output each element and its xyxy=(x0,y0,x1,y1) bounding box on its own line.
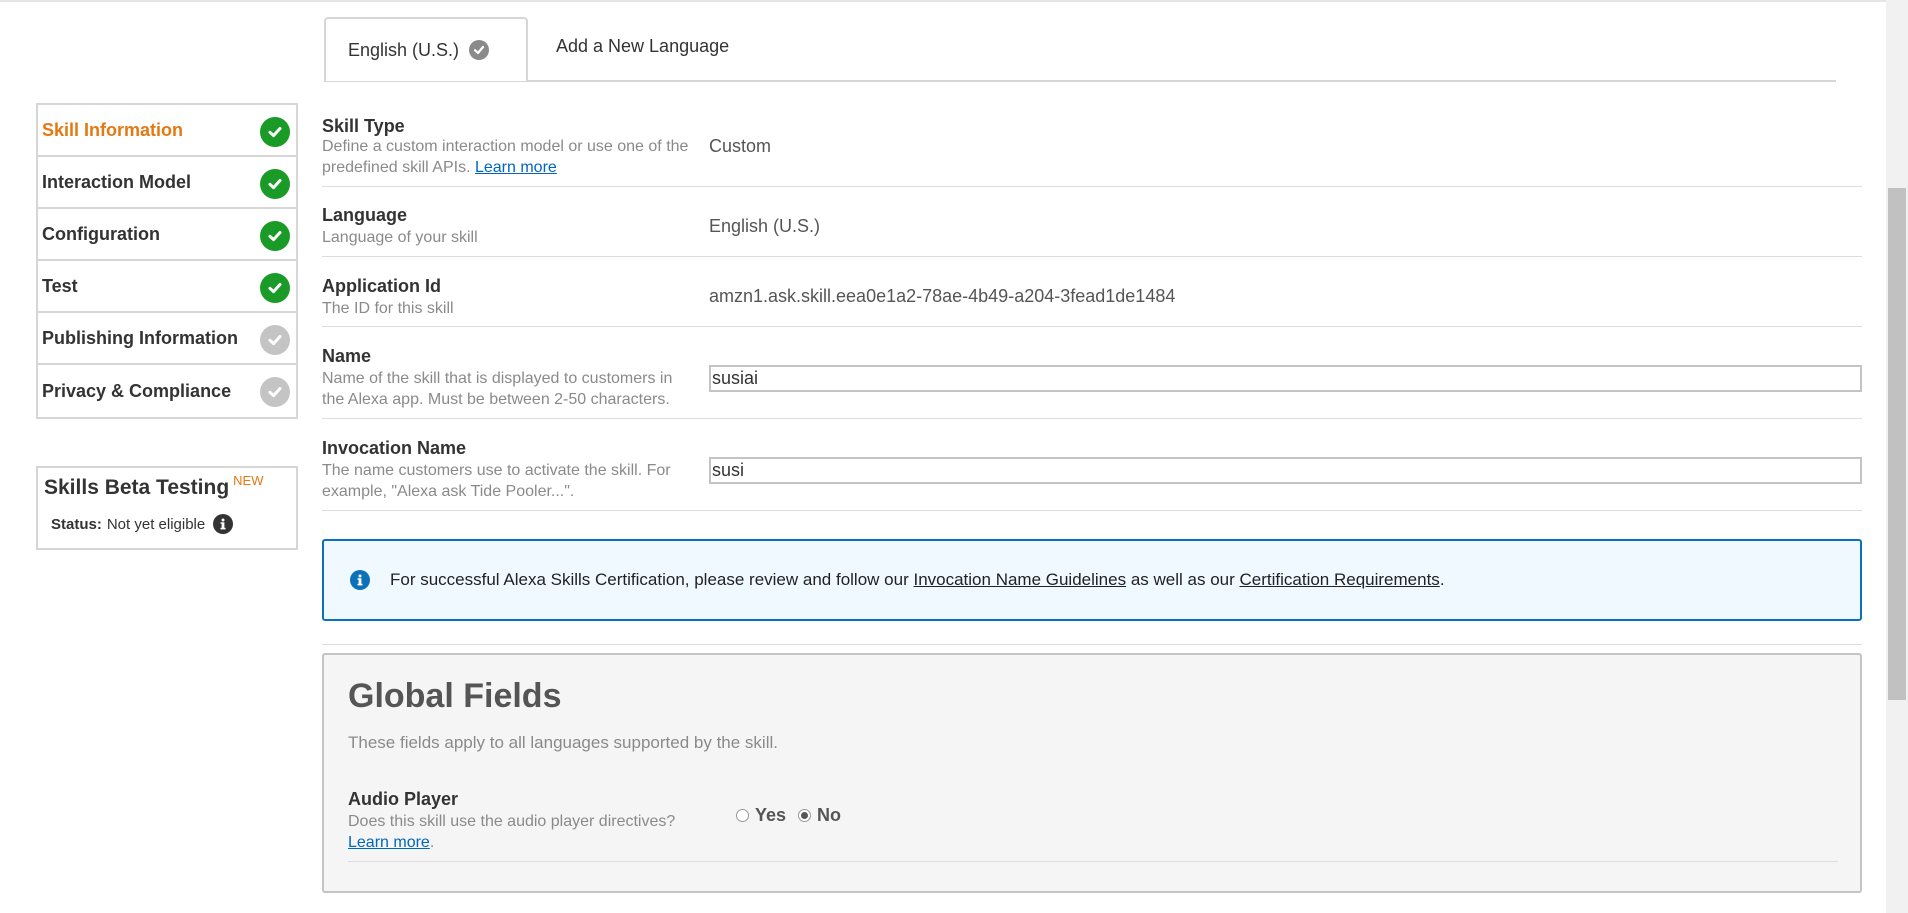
sidebar-item-interaction-model[interactable]: Interaction Model xyxy=(38,157,296,209)
application-id-value: amzn1.ask.skill.eea0e1a2-78ae-4b49-a204-… xyxy=(709,286,1176,306)
no-label: No xyxy=(817,805,842,825)
global-fields-divider xyxy=(348,861,1838,862)
info-icon[interactable] xyxy=(213,514,234,534)
new-badge: NEW xyxy=(233,473,264,488)
tab-add-language[interactable]: Add a New Language xyxy=(556,36,729,57)
beta-testing-panel: Skills Beta Testing NEW Status: Not yet e… xyxy=(36,466,298,550)
info-icon xyxy=(350,570,370,590)
check-circle-icon xyxy=(260,169,290,199)
name-title: Name xyxy=(322,346,372,366)
radio-selected-dot xyxy=(801,812,809,819)
sidebar-item-label: Test xyxy=(42,275,78,296)
invocation-name-desc: The name customers use to activate the s… xyxy=(322,462,671,500)
sidebar-item-label: Skill Information xyxy=(42,119,184,140)
banner-text: For successful Alexa Skills Certificatio… xyxy=(390,570,1445,590)
audio-player-title: Audio Player xyxy=(348,789,459,809)
check-circle-icon xyxy=(260,221,290,251)
application-id-row: Application Id The ID for this skill amz… xyxy=(322,256,1862,327)
scrollbar-thumb[interactable] xyxy=(1888,188,1906,700)
beta-status: Status: Not yet eligible xyxy=(51,514,234,534)
skill-type-row: Skill Type Define a custom interaction m… xyxy=(322,114,1862,187)
banner-text-before: For successful Alexa Skills Certificatio… xyxy=(390,570,909,589)
application-id-title: Application Id xyxy=(322,276,441,296)
learn-more-link[interactable]: Learn more xyxy=(475,159,557,176)
check-circle-icon xyxy=(469,40,490,60)
check-circle-icon xyxy=(260,377,290,407)
skill-type-title: Skill Type xyxy=(322,116,405,136)
language-title: Language xyxy=(322,205,408,225)
beta-title-text: Skills Beta Testing xyxy=(44,476,230,499)
banner-text-after: . xyxy=(1439,570,1445,589)
global-fields-title: Global Fields xyxy=(348,677,562,715)
status-value: Not yet eligible xyxy=(106,515,206,533)
skill-type-desc: Define a custom interaction model or use… xyxy=(322,136,692,178)
global-fields-desc: These fields apply to all languages supp… xyxy=(348,733,778,752)
audio-player-link-suffix: . xyxy=(429,834,435,851)
invocation-guidelines-link[interactable]: Invocation Name Guidelines xyxy=(913,570,1126,589)
sidebar-item-label: Publishing Information xyxy=(42,327,238,348)
banner-text-middle: as well as our xyxy=(1130,570,1235,589)
sidebar-item-label: Configuration xyxy=(42,223,160,244)
sidebar-item-label: Interaction Model xyxy=(42,171,192,192)
certification-info-banner: For successful Alexa Skills Certificatio… xyxy=(322,539,1862,621)
invocation-name-row: Invocation Name The name customers use t… xyxy=(322,418,1862,511)
language-value: English (U.S.) xyxy=(709,216,821,236)
language-row: Language Language of your skill English … xyxy=(322,186,1862,257)
steps-sidebar: Skill Information Interaction Model Conf… xyxy=(36,103,298,419)
skill-type-value: Custom xyxy=(709,136,772,156)
beta-title: Skills Beta Testing NEW xyxy=(44,473,264,500)
status-label: Status: xyxy=(51,515,102,533)
audio-player-desc: Does this skill use the audio player dir… xyxy=(348,811,708,853)
top-divider xyxy=(0,0,1886,2)
audio-player-radio-group: Yes No xyxy=(736,805,841,826)
audio-player-desc-text: Does this skill use the audio player dir… xyxy=(348,813,676,830)
name-row: Name Name of the skill that is displayed… xyxy=(322,326,1862,419)
language-tabs: English (U.S.) Add a New Language xyxy=(324,16,1836,82)
yes-label: Yes xyxy=(755,805,787,825)
audio-player-no-radio[interactable] xyxy=(798,809,812,822)
sidebar-item-privacy-compliance[interactable]: Privacy & Compliance xyxy=(38,365,296,417)
language-desc: Language of your skill xyxy=(322,229,478,246)
certification-requirements-link[interactable]: Certification Requirements xyxy=(1240,570,1440,589)
skill-name-input[interactable] xyxy=(709,365,1862,392)
check-circle-icon xyxy=(260,273,290,303)
section-divider xyxy=(322,644,1862,645)
sidebar-item-skill-information[interactable]: Skill Information xyxy=(38,105,296,157)
name-desc: Name of the skill that is displayed to c… xyxy=(322,370,673,408)
sidebar-item-label: Privacy & Compliance xyxy=(42,380,232,401)
tab-label: English (U.S.) xyxy=(348,39,460,60)
global-fields-panel: Global Fields These fields apply to all … xyxy=(322,653,1862,893)
invocation-name-input[interactable] xyxy=(709,457,1862,484)
page-scrollbar[interactable] xyxy=(1886,0,1908,913)
invocation-name-title: Invocation Name xyxy=(322,438,467,458)
check-circle-icon xyxy=(260,325,290,355)
sidebar-item-publishing-information[interactable]: Publishing Information xyxy=(38,313,296,365)
tab-english-us[interactable]: English (U.S.) xyxy=(324,17,528,81)
audio-player-learn-more-link[interactable]: Learn more xyxy=(348,834,430,851)
sidebar-item-test[interactable]: Test xyxy=(38,261,296,313)
application-id-desc: The ID for this skill xyxy=(322,300,454,317)
audio-player-yes-radio[interactable] xyxy=(736,809,749,822)
sidebar-item-configuration[interactable]: Configuration xyxy=(38,209,296,261)
check-circle-icon xyxy=(260,117,290,147)
